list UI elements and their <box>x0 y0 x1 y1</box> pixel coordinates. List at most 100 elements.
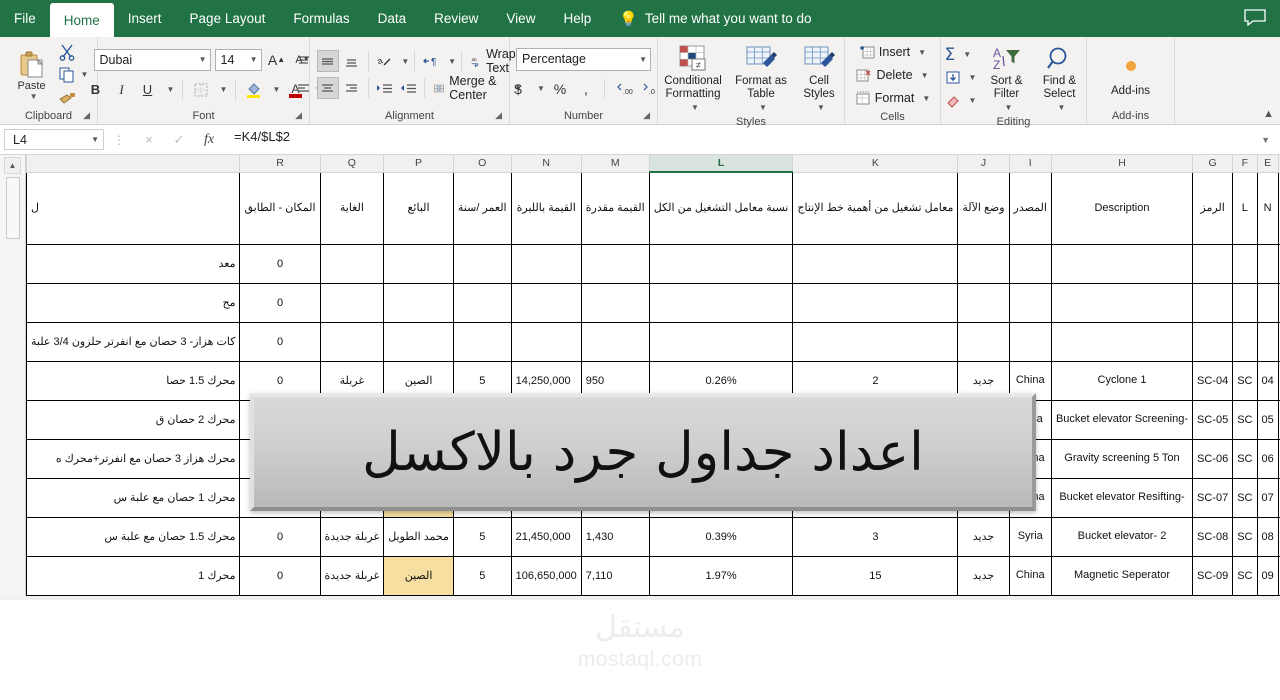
cell-description[interactable]: -Bucket elevator Resifting <box>1050 477 1194 518</box>
cell-ratio[interactable] <box>648 282 794 323</box>
cell-notes[interactable]: محرك 2 حصان ق <box>26 399 241 440</box>
chevron-down-icon[interactable]: ▼ <box>1054 101 1066 114</box>
chevron-down-icon[interactable]: ▼ <box>959 50 971 59</box>
percent-style-button[interactable]: % <box>549 78 571 100</box>
column-header-J[interactable]: J <box>957 155 1010 173</box>
underline-button[interactable]: U <box>137 79 159 101</box>
cell-description[interactable]: -Bucket elevator Screening <box>1050 399 1194 440</box>
th-L[interactable]: L <box>1232 171 1258 245</box>
th-source[interactable]: المصدر <box>1008 171 1052 245</box>
cell-description[interactable] <box>1050 243 1194 284</box>
align-top-button[interactable] <box>293 50 315 72</box>
tab-formulas[interactable]: Formulas <box>279 0 363 37</box>
th-notes[interactable]: ل <box>26 171 241 245</box>
cell-factor[interactable] <box>792 282 959 323</box>
column-header-K[interactable]: K <box>792 155 959 173</box>
th-age[interactable]: العمر /سنة <box>452 171 512 245</box>
fill-color-button[interactable] <box>243 79 265 101</box>
cell-description[interactable] <box>1050 321 1194 362</box>
italic-button[interactable]: I <box>111 79 133 101</box>
tab-review[interactable]: Review <box>420 0 492 37</box>
chevron-down-icon[interactable]: ▼ <box>813 101 825 114</box>
cell-factor[interactable]: 15 <box>792 555 959 596</box>
th-value-est[interactable]: القيمة مقدرة <box>580 171 650 245</box>
cell-notes[interactable]: محرك 1 حصان مع علبة س <box>26 477 241 518</box>
column-header-F[interactable]: F <box>1232 155 1258 173</box>
cell-N[interactable]: 04 <box>1256 360 1279 401</box>
cell-place[interactable]: 0 <box>239 243 321 284</box>
chevron-down-icon[interactable]: ▼ <box>914 48 926 57</box>
insert-cells-button[interactable]: Insert ▼ <box>856 41 929 63</box>
cell-code[interactable]: SC-04 <box>1192 360 1234 401</box>
cell-factor[interactable] <box>792 321 959 362</box>
cell-code[interactable]: SC-07 <box>1192 477 1234 518</box>
vertical-scrollbar-thumb[interactable] <box>5 177 20 239</box>
accounting-chevron-icon[interactable]: ▼ <box>533 78 545 100</box>
cell-code[interactable]: SC-06 <box>1192 438 1234 479</box>
insert-function-button[interactable]: fx <box>194 132 224 148</box>
column-header-R[interactable]: R <box>239 155 321 173</box>
cell-source[interactable]: China <box>1008 555 1052 596</box>
name-box[interactable]: L4 ▼ <box>4 129 104 150</box>
chevron-down-icon[interactable]: ▼ <box>965 73 977 82</box>
th-factor[interactable]: معامل تشغيل من أهمية خط الإنتاج <box>792 171 959 245</box>
cell-purpose[interactable] <box>319 321 385 362</box>
chevron-down-icon[interactable]: ▼ <box>918 94 930 103</box>
cell-value-lira[interactable] <box>510 282 582 323</box>
cell-code[interactable]: SC-08 <box>1192 516 1234 557</box>
format-as-table-button[interactable]: Format as Table ▼ <box>732 41 790 114</box>
cell-notes[interactable]: محرك 1.5 حصا <box>26 360 241 401</box>
cell-seller[interactable] <box>383 243 454 284</box>
th-description[interactable]: Description <box>1050 171 1194 245</box>
column-header-I[interactable]: I <box>1008 155 1052 173</box>
column-header-M[interactable]: M <box>580 155 650 173</box>
tab-insert[interactable]: Insert <box>114 0 176 37</box>
cell-place[interactable]: 0 <box>239 321 321 362</box>
th-N[interactable]: N <box>1256 171 1279 245</box>
cell-notes[interactable]: مح <box>26 282 241 323</box>
align-bottom-button[interactable] <box>341 50 363 72</box>
bold-button[interactable]: B <box>85 79 107 101</box>
clear-button[interactable]: ▼ <box>942 90 980 112</box>
find-select-button[interactable]: Find & Select ▼ <box>1033 41 1085 114</box>
cell-status[interactable] <box>957 321 1010 362</box>
cell-code[interactable]: SC-09 <box>1192 555 1234 596</box>
increase-indent-button[interactable] <box>373 77 395 99</box>
collapse-ribbon-button[interactable]: ▲ <box>1263 108 1274 120</box>
align-middle-button[interactable] <box>316 50 339 72</box>
decrease-indent-button[interactable] <box>397 77 419 99</box>
cell-status[interactable] <box>957 243 1010 284</box>
cell-age[interactable]: 5 <box>452 555 512 596</box>
cell-N[interactable] <box>1256 282 1279 323</box>
cancel-edit-button[interactable]: × <box>134 132 164 147</box>
column-header-Q[interactable]: Q <box>319 155 385 173</box>
cell-value-est[interactable] <box>580 321 650 362</box>
cell-L[interactable] <box>1232 282 1258 323</box>
conditional-formatting-button[interactable]: ≠ Conditional Formatting ▼ <box>658 41 728 114</box>
tab-file[interactable]: File <box>0 0 50 37</box>
confirm-edit-button[interactable]: ✓ <box>164 132 194 148</box>
cell-value-lira[interactable]: 106,650,000 <box>510 555 582 596</box>
th-seller[interactable]: البائع <box>383 171 454 245</box>
align-left-button[interactable] <box>293 77 315 99</box>
number-format-combo[interactable]: Percentage ▼ <box>516 47 651 71</box>
cell-notes[interactable]: معد <box>26 243 241 284</box>
cell-styles-button[interactable]: Cell Styles ▼ <box>794 41 844 114</box>
cell-age[interactable] <box>452 243 512 284</box>
formula-input[interactable]: =K4/$L$2 <box>224 129 1255 151</box>
cell-code[interactable]: SC-05 <box>1192 399 1234 440</box>
cell-code[interactable] <box>1192 243 1234 284</box>
cell-place[interactable]: 0 <box>239 516 321 557</box>
cell-notes[interactable]: محرك 1 <box>26 555 241 596</box>
cell-age[interactable]: 5 <box>452 516 512 557</box>
cell-N[interactable]: 06 <box>1256 438 1279 479</box>
cell-N[interactable] <box>1256 243 1279 284</box>
expand-formula-bar-button[interactable]: ▼ <box>1255 135 1276 145</box>
cell-factor[interactable]: 3 <box>792 516 959 557</box>
increase-decimal-button[interactable]: .00 <box>612 78 634 100</box>
cell-L[interactable] <box>1232 321 1258 362</box>
chevron-down-icon[interactable]: ▼ <box>1001 101 1013 114</box>
align-right-button[interactable] <box>341 77 363 99</box>
column-header-N[interactable]: N <box>510 155 582 173</box>
cell-description[interactable]: Cyclone 1 <box>1050 360 1194 401</box>
